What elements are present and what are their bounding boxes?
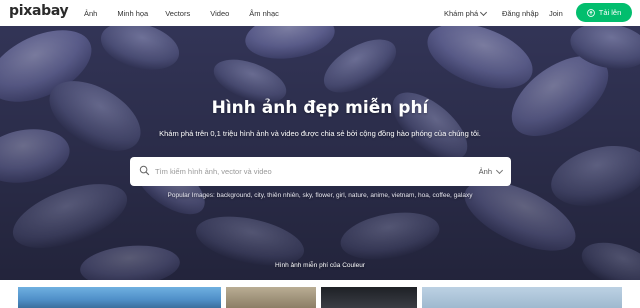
login-link[interactable]: Đăng nhập <box>502 9 539 18</box>
thumbnail-image[interactable] <box>422 287 622 308</box>
nav-video[interactable]: Video <box>210 9 229 18</box>
pixabay-logo[interactable]: pixabay <box>9 3 69 19</box>
upload-button[interactable]: Tải lên <box>576 3 632 22</box>
popular-searches[interactable]: Popular Images: background, city, thiên … <box>0 192 640 199</box>
thumbnail-image[interactable] <box>226 287 316 308</box>
explore-dropdown[interactable]: Khám phá <box>444 8 488 18</box>
thumbnail-image[interactable] <box>18 287 221 308</box>
explore-label: Khám phá <box>444 9 479 18</box>
search-bar: Ảnh <box>130 157 511 186</box>
nav-vectors[interactable]: Vectors <box>165 9 190 18</box>
search-input[interactable] <box>155 163 455 180</box>
top-navigation-bar: pixabay Ảnh Minh họa Vectors Video Âm nh… <box>0 0 640 26</box>
upload-icon <box>586 8 595 17</box>
hero-title: Hình ảnh đẹp miễn phí <box>211 98 429 118</box>
thumbnail-image[interactable] <box>321 287 417 308</box>
crocus-flowers-background <box>0 26 640 280</box>
media-type-label: Ảnh <box>478 167 492 176</box>
hero-subtitle: Khám phá trên 0,1 triệu hình ảnh và vide… <box>159 129 481 138</box>
media-type-dropdown[interactable]: Ảnh <box>478 166 504 176</box>
nav-photos[interactable]: Ảnh <box>84 9 97 18</box>
image-credit[interactable]: Hình ảnh miễn phí của Couleur <box>0 262 640 269</box>
nav-music[interactable]: Âm nhạc <box>249 9 279 18</box>
main-nav: Ảnh Minh họa Vectors Video Âm nhạc <box>84 0 299 26</box>
nav-illustrations[interactable]: Minh họa <box>117 9 148 18</box>
upload-label: Tải lên <box>598 8 622 17</box>
join-link[interactable]: Join <box>549 9 563 18</box>
hero-banner: Hình ảnh đẹp miễn phí Khám phá trên 0,1 … <box>0 26 640 280</box>
search-icon[interactable] <box>139 165 150 176</box>
chevron-down-icon <box>495 166 504 174</box>
chevron-down-icon <box>480 8 488 16</box>
